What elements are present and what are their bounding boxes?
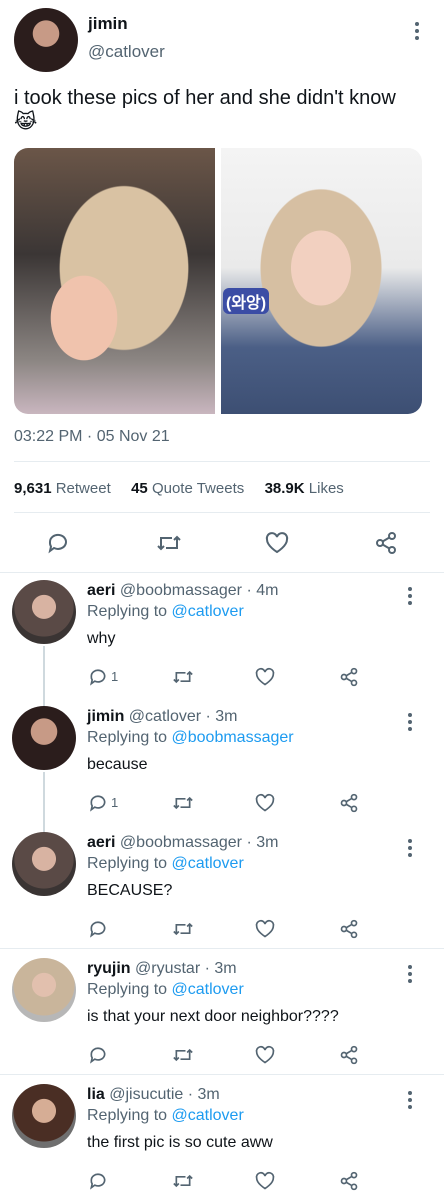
replying-to-handle[interactable]: @catlover xyxy=(172,603,244,620)
replying-to-handle[interactable]: @catlover xyxy=(172,855,244,872)
reply-count: 1 xyxy=(111,795,119,810)
like-icon[interactable] xyxy=(254,667,276,687)
retweet-label: Retweet xyxy=(55,480,111,497)
more-options-icon[interactable] xyxy=(407,839,413,857)
reply-header: ryujin @ryustar · 3m xyxy=(87,960,237,978)
replying-to-handle[interactable]: @boobmassager xyxy=(172,729,294,746)
tweet-stats: 9,631 Retweet 45 Quote Tweets 38.9K Like… xyxy=(14,480,344,497)
tweet-photo-1[interactable] xyxy=(14,148,215,414)
reply-text: the first pic is so cute aww xyxy=(87,1134,273,1151)
divider xyxy=(0,1074,444,1075)
retweet-icon[interactable] xyxy=(172,1171,194,1191)
reply-author-name[interactable]: aeri xyxy=(87,834,115,851)
more-options-icon[interactable] xyxy=(407,965,413,983)
reply-author-handle[interactable]: @boobmassager · 3m xyxy=(120,834,279,851)
retweet-icon[interactable] xyxy=(172,667,194,687)
like-stat[interactable]: 38.9K Likes xyxy=(265,480,344,497)
reply-author-handle[interactable]: @jisucutie · 3m xyxy=(109,1086,220,1103)
retweet-icon[interactable] xyxy=(172,1045,194,1065)
reply-author-name[interactable]: jimin xyxy=(87,708,124,725)
reply-avatar[interactable] xyxy=(12,580,76,644)
tweet-text: i took these pics of her and she didn't … xyxy=(14,86,434,134)
share-icon[interactable] xyxy=(374,531,398,555)
photo-caption: (와앙) xyxy=(223,288,270,314)
reply-header: lia @jisucutie · 3m xyxy=(87,1086,220,1104)
like-icon[interactable] xyxy=(254,919,276,939)
reply-header: aeri @boobmassager · 4m xyxy=(87,582,278,600)
retweet-count: 9,631 xyxy=(14,480,52,497)
divider xyxy=(14,512,430,513)
author-avatar[interactable] xyxy=(14,8,78,72)
reply-author-handle[interactable]: @catlover · 3m xyxy=(129,708,238,725)
reply-author-name[interactable]: ryujin xyxy=(87,960,131,977)
reply-author-handle[interactable]: @ryustar · 3m xyxy=(135,960,237,977)
replying-label: Replying to xyxy=(87,603,168,620)
reply-icon[interactable] xyxy=(88,793,108,813)
replying-to-handle[interactable]: @catlover xyxy=(172,1107,244,1124)
retweet-icon[interactable] xyxy=(172,793,194,813)
like-icon[interactable] xyxy=(254,793,276,813)
replying-label: Replying to xyxy=(87,729,168,746)
reply-author-handle[interactable]: @boobmassager · 4m xyxy=(120,582,279,599)
replying-label: Replying to xyxy=(87,855,168,872)
thread-line xyxy=(43,646,45,708)
reply-author-name[interactable]: lia xyxy=(87,1086,105,1103)
reply-icon[interactable] xyxy=(88,1045,108,1065)
replying-to-handle[interactable]: @catlover xyxy=(172,981,244,998)
replying-to: Replying to @catlover xyxy=(87,1107,244,1125)
like-label: Likes xyxy=(308,480,344,497)
quote-count: 45 xyxy=(131,480,148,497)
divider xyxy=(0,948,444,949)
reply-header: jimin @catlover · 3m xyxy=(87,708,238,726)
author-name[interactable]: jimin xyxy=(88,14,128,34)
divider xyxy=(0,572,444,573)
reply-text: why xyxy=(87,630,116,647)
cat-emoji-icon: 😹 xyxy=(14,111,38,133)
author-handle[interactable]: @catlover xyxy=(88,42,165,62)
share-icon[interactable] xyxy=(339,919,359,939)
replying-to: Replying to @catlover xyxy=(87,855,244,873)
tweet-photo-2[interactable]: (와앙) xyxy=(221,148,422,414)
replying-label: Replying to xyxy=(87,981,168,998)
share-icon[interactable] xyxy=(339,793,359,813)
reply-text: BECAUSE? xyxy=(87,882,173,899)
replying-to: Replying to @boobmassager xyxy=(87,729,294,747)
reply-icon[interactable] xyxy=(88,667,108,687)
replying-label: Replying to xyxy=(87,1107,168,1124)
share-icon[interactable] xyxy=(339,1171,359,1191)
reply-count: 1 xyxy=(111,669,119,684)
more-options-icon[interactable] xyxy=(414,22,420,40)
quote-stat[interactable]: 45 Quote Tweets xyxy=(131,480,248,497)
more-options-icon[interactable] xyxy=(407,587,413,605)
reply-text: because xyxy=(87,756,148,773)
retweet-icon[interactable] xyxy=(172,919,194,939)
retweet-icon[interactable] xyxy=(156,531,182,555)
reply-author-name[interactable]: aeri xyxy=(87,582,115,599)
share-icon[interactable] xyxy=(339,1045,359,1065)
reply-text: is that your next door neighbor???? xyxy=(87,1008,339,1025)
reply-icon[interactable] xyxy=(88,1171,108,1191)
reply-icon[interactable] xyxy=(88,919,108,939)
replying-to: Replying to @catlover xyxy=(87,981,244,999)
more-options-icon[interactable] xyxy=(407,1091,413,1109)
divider xyxy=(14,461,430,462)
like-icon[interactable] xyxy=(254,1171,276,1191)
retweet-stat[interactable]: 9,631 Retweet xyxy=(14,480,115,497)
reply-avatar[interactable] xyxy=(12,832,76,896)
tweet-timestamp[interactable]: 03:22 PM · 05 Nov 21 xyxy=(14,428,170,446)
reply-icon[interactable] xyxy=(46,531,70,555)
like-icon[interactable] xyxy=(264,531,290,555)
tweet-body: i took these pics of her and she didn't … xyxy=(14,87,396,109)
quote-label: Quote Tweets xyxy=(151,480,245,497)
reply-avatar[interactable] xyxy=(12,1084,76,1148)
reply-header: aeri @boobmassager · 3m xyxy=(87,834,278,852)
reply-avatar[interactable] xyxy=(12,706,76,770)
more-options-icon[interactable] xyxy=(407,713,413,731)
replying-to: Replying to @catlover xyxy=(87,603,244,621)
share-icon[interactable] xyxy=(339,667,359,687)
like-icon[interactable] xyxy=(254,1045,276,1065)
like-count: 38.9K xyxy=(264,480,305,497)
thread-line xyxy=(43,772,45,834)
reply-avatar[interactable] xyxy=(12,958,76,1022)
